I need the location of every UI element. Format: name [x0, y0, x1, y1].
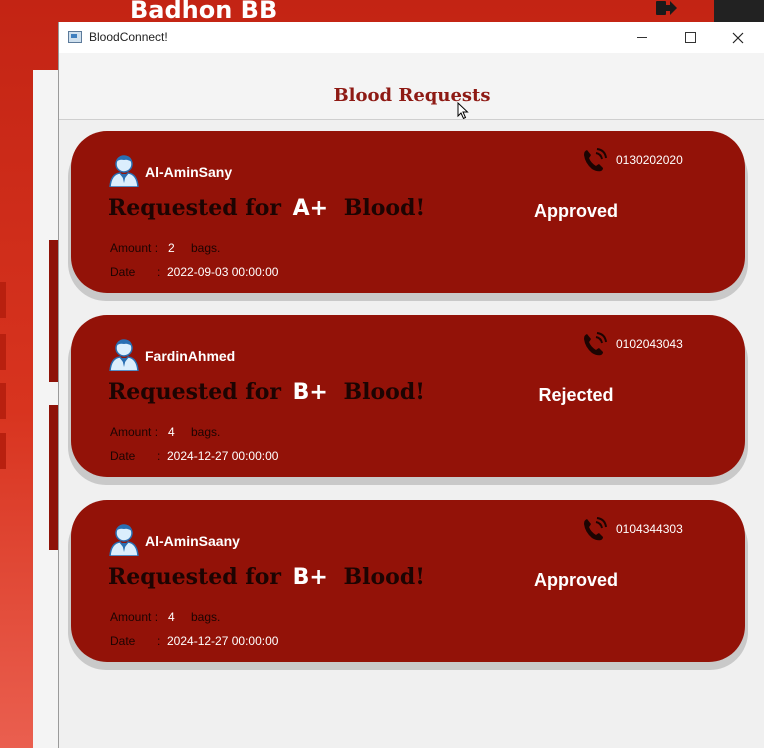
- amount-label: Amount :: [110, 241, 159, 255]
- background-side-tab: [0, 334, 6, 370]
- date-label: Date: [110, 634, 136, 648]
- phone-number: 0102043043: [616, 337, 683, 351]
- mouse-cursor-icon: [457, 102, 469, 120]
- logout-icon[interactable]: [656, 0, 678, 16]
- blood-label: Blood!: [343, 379, 425, 405]
- user-avatar-icon: [109, 155, 139, 187]
- card-body: Al-AminSany 0130202020 Requested for A+ …: [71, 131, 745, 293]
- date-colon: :: [157, 634, 161, 648]
- phone-icon: [584, 332, 607, 356]
- phone-number: 0130202020: [616, 153, 683, 167]
- date-value: 2024-12-27 00:00:00: [167, 634, 279, 648]
- card-body: Al-AminSaany 0104344303 Requested for B+…: [71, 500, 745, 662]
- bags-label: bags.: [191, 425, 221, 439]
- close-button[interactable]: [715, 22, 761, 53]
- phone-icon: [584, 517, 607, 541]
- amount-label: Amount :: [110, 425, 159, 439]
- background-side-tab: [0, 433, 6, 469]
- requested-for-label: Requested for: [108, 564, 281, 590]
- background-app-title: Badhon BB: [130, 0, 278, 24]
- phone-number: 0104344303: [616, 522, 683, 536]
- amount-value: 4: [168, 425, 175, 439]
- blood-type: A+: [292, 196, 329, 221]
- blood-type: B+: [292, 380, 328, 405]
- minimize-icon: [637, 37, 647, 38]
- user-avatar-icon: [109, 339, 139, 371]
- status-badge: Rejected: [538, 385, 614, 405]
- page-header: Blood Requests: [59, 53, 764, 120]
- user-avatar-icon: [109, 524, 139, 556]
- background-dark-panel: [714, 0, 764, 22]
- bags-label: bags.: [191, 610, 221, 624]
- date-colon: :: [157, 449, 161, 463]
- blood-label: Blood!: [343, 564, 425, 590]
- date-value: 2024-12-27 00:00:00: [167, 449, 279, 463]
- amount-value: 2: [168, 241, 175, 255]
- bloodconnect-window: BloodConnect! Blood Requests Al-AminSany: [58, 22, 764, 748]
- app-icon: [68, 31, 82, 43]
- background-side-tab: [0, 383, 6, 419]
- close-icon: [732, 32, 744, 43]
- page-title: Blood Requests: [333, 85, 491, 106]
- background-side-tab: [0, 282, 6, 318]
- window-titlebar[interactable]: BloodConnect!: [59, 22, 764, 53]
- window-title: BloodConnect!: [89, 30, 168, 44]
- date-colon: :: [157, 265, 161, 279]
- date-label: Date: [110, 265, 136, 279]
- requested-for-label: Requested for: [108, 379, 281, 405]
- request-line: Requested for B+ Blood!: [108, 379, 425, 405]
- minimize-button[interactable]: [619, 22, 665, 53]
- requester-name: FardinAhmed: [145, 348, 236, 364]
- blood-label: Blood!: [343, 195, 426, 221]
- maximize-button[interactable]: [667, 22, 713, 53]
- date-label: Date: [110, 449, 136, 463]
- card-body: FardinAhmed 0102043043 Requested for B+ …: [71, 315, 745, 477]
- bags-label: bags.: [191, 241, 221, 255]
- amount-value: 4: [168, 610, 175, 624]
- request-card[interactable]: Al-AminSany 0130202020 Requested for A+ …: [68, 131, 748, 301]
- request-line: Requested for A+ Blood!: [108, 195, 425, 221]
- requested-for-label: Requested for: [108, 195, 281, 221]
- phone-icon: [584, 148, 607, 172]
- request-line: Requested for B+ Blood!: [108, 564, 425, 590]
- requester-name: Al-AminSaany: [145, 533, 240, 549]
- maximize-icon: [684, 32, 696, 43]
- request-card[interactable]: FardinAhmed 0102043043 Requested for B+ …: [68, 315, 748, 485]
- status-badge: Approved: [533, 201, 618, 221]
- amount-label: Amount :: [110, 610, 159, 624]
- blood-type: B+: [292, 565, 328, 590]
- requester-name: Al-AminSany: [145, 164, 233, 180]
- request-card[interactable]: Al-AminSaany 0104344303 Requested for B+…: [68, 500, 748, 670]
- date-value: 2022-09-03 00:00:00: [167, 265, 279, 279]
- status-badge: Approved: [533, 570, 618, 590]
